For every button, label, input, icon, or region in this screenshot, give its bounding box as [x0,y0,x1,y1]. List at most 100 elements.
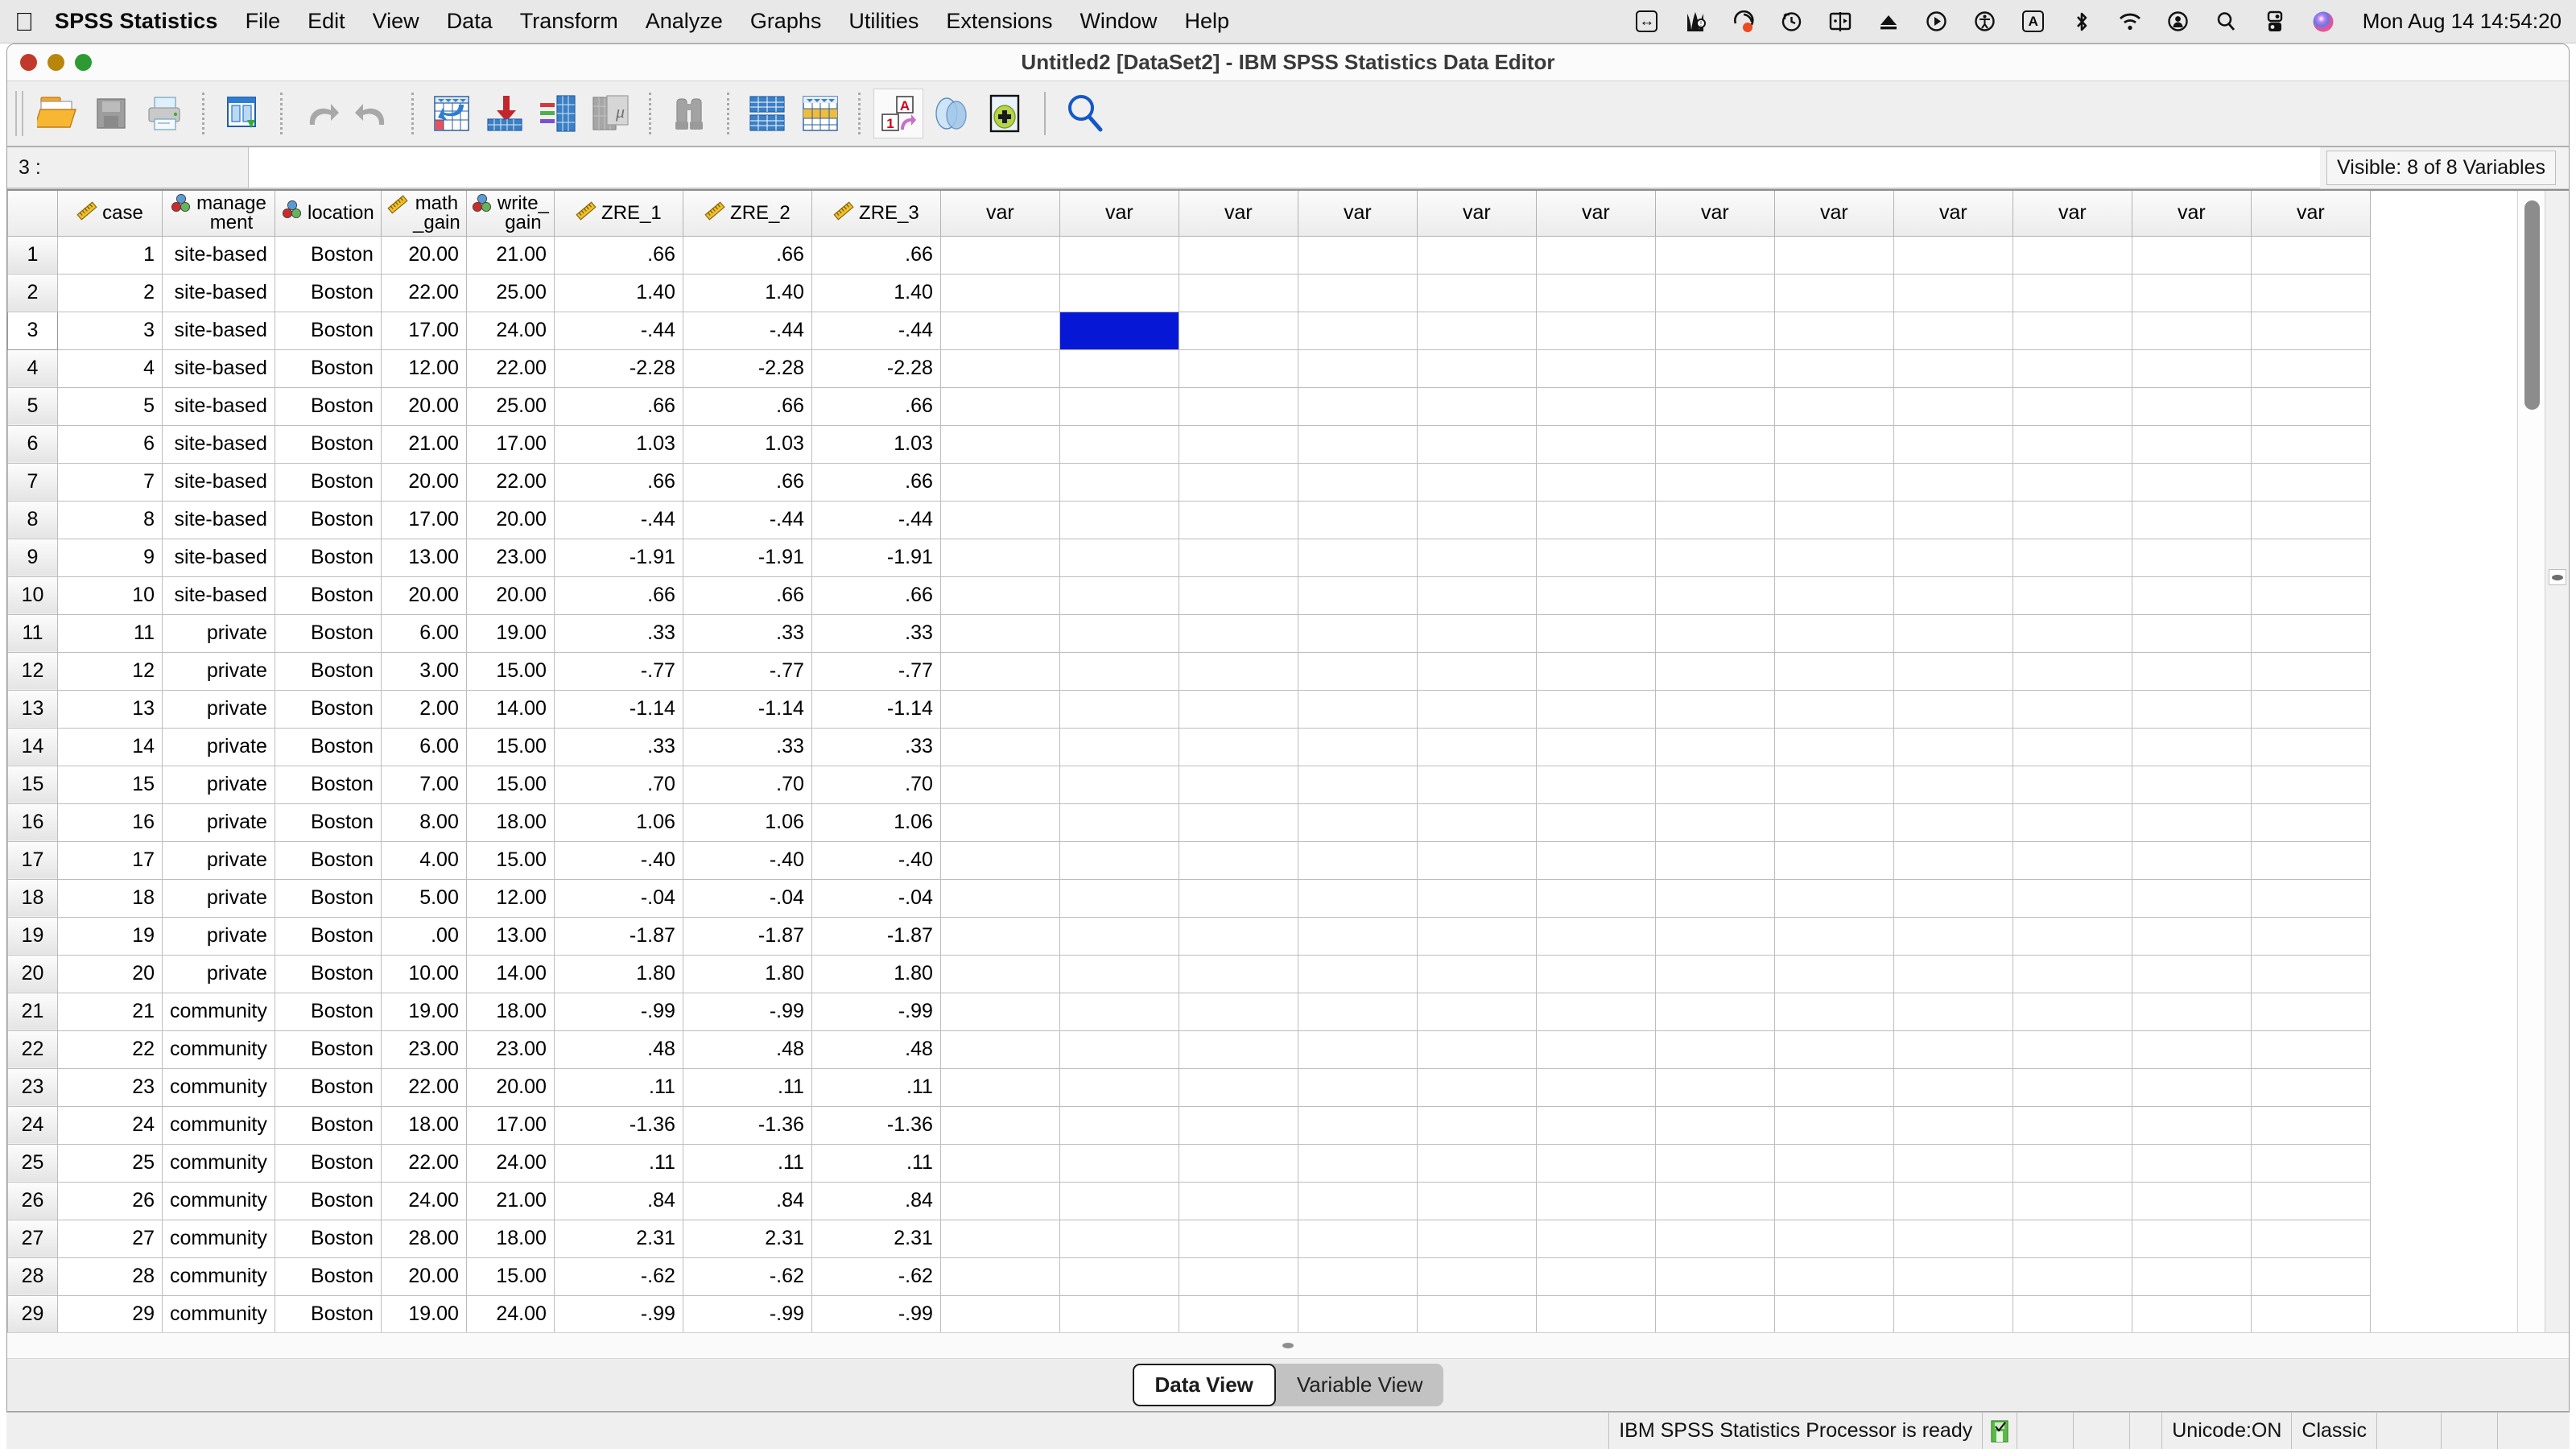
cell-empty[interactable] [1536,576,1655,614]
cell-case[interactable]: 2 [58,274,163,312]
cell-empty[interactable] [1298,1030,1417,1068]
cell-empty[interactable] [1298,501,1417,539]
cell-empty[interactable] [1417,463,1536,501]
cell-location[interactable]: Boston [275,1220,381,1257]
cell-empty[interactable] [1179,576,1298,614]
cell-empty[interactable] [2251,1182,2370,1220]
table-row[interactable]: 11site-basedBoston20.0021.00.66.66.66 [8,236,2371,274]
cell-empty[interactable] [2132,1220,2251,1257]
cell-ZRE_1[interactable]: 1.03 [554,425,683,463]
cell-management[interactable]: private [163,879,275,917]
cell-location[interactable]: Boston [275,841,381,879]
cell-empty[interactable] [1536,841,1655,879]
cell-management[interactable]: private [163,614,275,652]
cell-empty[interactable] [1179,803,1298,841]
menu-view[interactable]: View [373,9,419,34]
cell-write_gain[interactable]: 22.00 [466,463,554,501]
cell-empty[interactable] [940,539,1059,576]
cell-ZRE_1[interactable]: -.40 [554,841,683,879]
table-row[interactable]: 2626communityBoston24.0021.00.84.84.84 [8,1182,2371,1220]
recall-dialogs-icon[interactable] [217,89,267,138]
cell-ZRE_1[interactable]: -1.14 [554,690,683,728]
open-file-icon[interactable] [33,89,83,138]
split-file-icon[interactable] [742,89,792,138]
cell-ZRE_2[interactable]: .11 [683,1144,811,1182]
cell-empty[interactable] [1893,1068,2013,1106]
row-header[interactable]: 1 [8,236,58,274]
cell-empty[interactable] [2013,917,2132,955]
cell-empty[interactable] [1655,576,1774,614]
table-row[interactable]: 55site-basedBoston20.0025.00.66.66.66 [8,387,2371,425]
cell-empty[interactable] [1059,539,1179,576]
cell-location[interactable]: Boston [275,917,381,955]
cell-location[interactable]: Boston [275,1144,381,1182]
find-icon[interactable] [664,89,714,138]
column-header-ZRE_3[interactable]: ZRE_3 [811,191,940,236]
table-row[interactable]: 22site-basedBoston22.0025.001.401.401.40 [8,274,2371,312]
cell-empty[interactable] [940,349,1059,387]
cell-ZRE_2[interactable]: -1.87 [683,917,811,955]
row-header[interactable]: 7 [8,463,58,501]
menu-graphs[interactable]: Graphs [750,9,822,34]
cell-empty[interactable] [940,274,1059,312]
cell-empty[interactable] [2251,236,2370,274]
table-row[interactable]: 1212privateBoston3.0015.00-.77-.77-.77 [8,652,2371,690]
cell-empty[interactable] [1179,614,1298,652]
cell-empty[interactable] [2132,917,2251,955]
cell-write_gain[interactable]: 18.00 [466,1220,554,1257]
menu-file[interactable]: File [246,9,281,34]
cell-ZRE_2[interactable]: -.62 [683,1257,811,1295]
cell-empty[interactable] [1179,1030,1298,1068]
cell-empty[interactable] [2251,349,2370,387]
cell-empty[interactable] [940,1144,1059,1182]
row-header[interactable]: 15 [8,766,58,803]
m-logo-icon[interactable]: ! [1683,10,1707,34]
cell-write_gain[interactable]: 25.00 [466,387,554,425]
cell-empty[interactable] [2251,425,2370,463]
window-vertical-scrollbar[interactable] [2545,191,2569,1332]
cell-math_gain[interactable]: 19.00 [381,993,466,1030]
cell-empty[interactable] [940,841,1059,879]
cell-math_gain[interactable]: 23.00 [381,1030,466,1068]
cell-empty[interactable] [1059,1182,1179,1220]
cell-write_gain[interactable]: 17.00 [466,1106,554,1144]
cell-ZRE_1[interactable]: 1.06 [554,803,683,841]
cell-management[interactable]: site-based [163,349,275,387]
cell-empty[interactable] [940,463,1059,501]
cell-empty[interactable] [2251,917,2370,955]
cell-math_gain[interactable]: 4.00 [381,841,466,879]
cell-value-input[interactable] [249,147,2320,188]
cell-ZRE_1[interactable]: -.44 [554,312,683,349]
save-file-icon[interactable] [86,89,136,138]
cell-empty[interactable] [2013,1257,2132,1295]
cell-management[interactable]: site-based [163,576,275,614]
table-row[interactable]: 1313privateBoston2.0014.00-1.14-1.14-1.1… [8,690,2371,728]
cell-location[interactable]: Boston [275,803,381,841]
cell-empty[interactable] [2251,766,2370,803]
cell-ZRE_1[interactable]: -.44 [554,501,683,539]
cell-case[interactable]: 23 [58,1068,163,1106]
cell-empty[interactable] [1536,387,1655,425]
column-header-empty[interactable]: var [2132,191,2251,236]
cell-empty[interactable] [1536,1182,1655,1220]
cell-empty[interactable] [1774,463,1893,501]
undo-icon[interactable] [295,89,345,138]
cell-empty[interactable] [1893,841,2013,879]
cell-empty[interactable] [2013,879,2132,917]
row-header[interactable]: 27 [8,1220,58,1257]
cell-ZRE_3[interactable]: .66 [811,236,940,274]
cell-empty[interactable] [2132,387,2251,425]
cell-empty[interactable] [1417,387,1536,425]
cell-location[interactable]: Boston [275,766,381,803]
table-row[interactable]: 33site-basedBoston17.0024.00-.44-.44-.44 [8,312,2371,349]
cell-empty[interactable] [1059,766,1179,803]
cell-empty[interactable] [1417,1144,1536,1182]
cell-empty[interactable] [1059,614,1179,652]
cell-location[interactable]: Boston [275,1030,381,1068]
table-row[interactable]: 1717privateBoston4.0015.00-.40-.40-.40 [8,841,2371,879]
cell-empty[interactable] [1893,1106,2013,1144]
cell-empty[interactable] [1298,539,1417,576]
cell-empty[interactable] [1774,993,1893,1030]
cell-empty[interactable] [2013,841,2132,879]
cell-empty[interactable] [2132,1144,2251,1182]
